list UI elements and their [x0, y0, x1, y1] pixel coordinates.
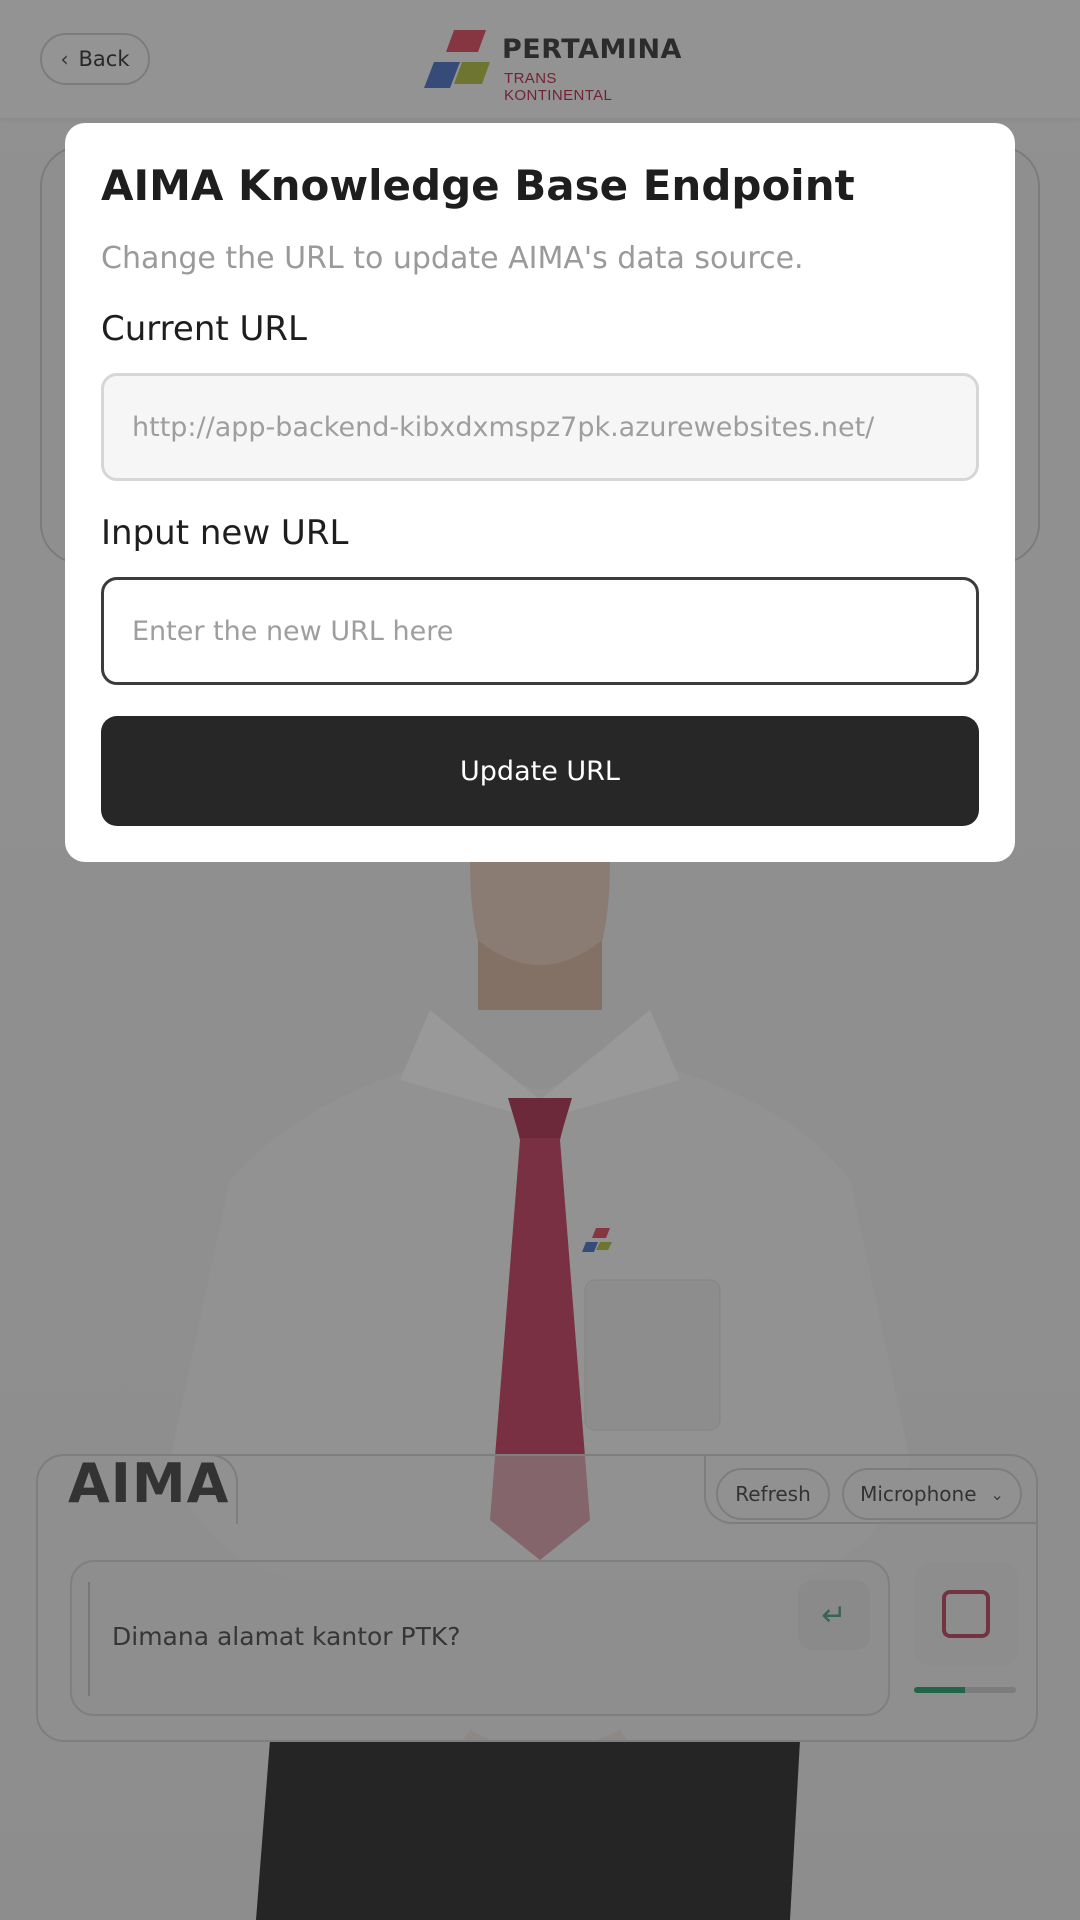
- current-url-field: http://app-backend-kibxdxmspz7pk.azurewe…: [101, 373, 979, 481]
- modal-subtitle: Change the URL to update AIMA's data sou…: [101, 241, 804, 276]
- current-url-label: Current URL: [101, 309, 307, 349]
- new-url-label: Input new URL: [101, 513, 349, 553]
- new-url-input[interactable]: [101, 577, 979, 685]
- modal-title: AIMA Knowledge Base Endpoint: [101, 161, 855, 210]
- update-url-button[interactable]: Update URL: [101, 716, 979, 826]
- endpoint-modal: AIMA Knowledge Base Endpoint Change the …: [65, 123, 1015, 862]
